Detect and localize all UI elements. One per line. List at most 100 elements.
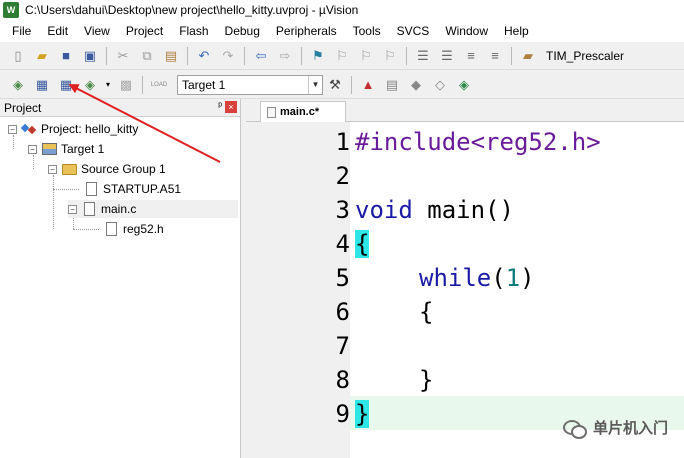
multi-project-icon[interactable]: ◈ [454,75,474,95]
menu-file[interactable]: File [4,24,39,38]
file-icon [267,106,276,118]
watermark: 单片机入门 [562,417,668,439]
tree-item-project[interactable]: − Project: hello_kitty [8,120,138,138]
chevron-down-icon[interactable]: ▾ [104,75,112,95]
toolbar-divider [106,46,107,65]
menu-help[interactable]: Help [496,24,537,38]
cut-icon[interactable]: ✂ [113,46,133,66]
menu-tools[interactable]: Tools [345,24,389,38]
stop-build-icon[interactable]: ▩ [116,75,136,95]
save-icon[interactable]: ■ [56,46,76,66]
build-toolbar: ◈ ▦ ▦ ◈ ▾ ▩ LOAD Target 1 ▼ ⚒ ▲ ▤ ◆ ◇ ◈ [0,71,684,99]
tree-item-label: STARTUP.A51 [103,182,182,196]
collapse-icon[interactable]: − [68,204,77,214]
bookmark-icon[interactable]: ⚑ [308,46,328,66]
file-icon [83,182,99,196]
tree-line [73,229,99,230]
code-text: main() [412,196,514,224]
code-line: 3 void main() [246,193,684,227]
code-line: 2 [246,159,684,193]
menu-window[interactable]: Window [437,24,496,38]
line-number: 8 [335,366,350,394]
matched-brace: { [355,230,370,258]
indent-icon[interactable]: ☰ [413,46,433,66]
pack-installer-icon[interactable]: ◇ [430,75,450,95]
menu-flash[interactable]: Flash [171,24,216,38]
target-options-icon[interactable]: ⚒ [325,75,345,95]
numeric-literal: 1 [505,264,521,292]
translate-icon[interactable]: ◈ [8,75,28,95]
find-in-files-icon[interactable]: ▰ [518,46,538,66]
code-text: ( [491,264,506,292]
menu-peripherals[interactable]: Peripherals [268,24,345,38]
select-packs-icon[interactable]: ▤ [382,75,402,95]
find-combo[interactable]: TIM_Prescaler [544,46,674,66]
clear-bookmarks-icon[interactable]: ⚐ [380,46,400,66]
menu-edit[interactable]: Edit [39,24,76,38]
batch-build-icon[interactable]: ◈ [80,75,100,95]
uncomment-icon[interactable]: ≡ [485,46,505,66]
line-number: 4 [335,230,350,258]
tree-item-label: reg52.h [123,222,164,236]
menu-bar: File Edit View Project Flash Debug Perip… [0,20,684,42]
line-number: 9 [335,400,350,428]
tree-item-reg52[interactable]: reg52.h [103,220,164,238]
manage-rte-icon[interactable]: ◆ [406,75,426,95]
collapse-icon[interactable]: − [8,124,17,134]
next-bookmark-icon[interactable]: ⚐ [356,46,376,66]
menu-debug[interactable]: Debug [217,24,268,38]
collapse-icon[interactable]: − [28,144,37,154]
tree-item-main[interactable]: − main.c [68,200,238,218]
undo-icon[interactable]: ↶ [194,46,214,66]
wechat-icon [562,419,587,439]
line-number: 6 [335,298,350,326]
matched-brace: } [355,400,370,428]
tree-item-startup[interactable]: STARTUP.A51 [83,180,181,198]
build-icon[interactable]: ▦ [32,75,52,95]
manage-components-icon[interactable]: ▲ [358,75,378,95]
title-bar: W C:\Users\dahui\Desktop\new project\hel… [0,0,684,20]
nav-forward-icon[interactable]: ⇨ [275,46,295,66]
keyword: void [355,196,413,224]
code-text: ) [520,264,535,292]
code-line: 8 } [246,363,684,397]
unindent-icon[interactable]: ☰ [437,46,457,66]
target-icon [41,142,57,156]
comment-icon[interactable]: ≡ [461,46,481,66]
new-file-icon[interactable]: ▯ [8,46,28,66]
copy-icon[interactable]: ⧉ [137,46,157,66]
tab-main-c[interactable]: main.c* [260,101,346,122]
code-editor: main.c* 1 #include<reg52.h> 2 3 void mai… [246,99,684,458]
paste-icon[interactable]: ▤ [161,46,181,66]
toolbar-divider [244,46,245,65]
chevron-down-icon[interactable]: ▼ [308,75,322,94]
tree-item-label: Project: hello_kitty [41,122,139,136]
menu-svcs[interactable]: SVCS [389,24,438,38]
close-icon[interactable]: × [225,101,237,113]
pin-icon[interactable]: ᵖ [218,101,222,112]
collapse-icon[interactable]: − [48,164,57,174]
tree-item-target[interactable]: − Target 1 [28,140,104,158]
redo-icon[interactable]: ↷ [218,46,238,66]
target-select[interactable]: Target 1 ▼ [177,74,323,95]
toolbar-divider [187,46,188,65]
find-combo-value: TIM_Prescaler [546,48,625,63]
project-panel-header: Project ᵖ × [0,99,240,117]
prev-bookmark-icon[interactable]: ⚐ [332,46,352,66]
code-line-text: while(1) [419,264,535,292]
open-folder-icon[interactable]: ▰ [32,46,52,66]
tree-item-source-group[interactable]: − Source Group 1 [48,160,166,178]
rebuild-icon[interactable]: ▦ [56,75,76,95]
nav-back-icon[interactable]: ⇦ [251,46,271,66]
toolbar-divider [301,46,302,65]
file-icon [81,202,97,216]
menu-view[interactable]: View [76,24,118,38]
load-icon[interactable]: LOAD [149,75,169,95]
code-line: 5 while(1) [246,261,684,295]
code-line-text: void main() [355,196,514,224]
tree-item-label: main.c [101,202,137,216]
save-all-icon[interactable]: ▣ [80,46,100,66]
menu-project[interactable]: Project [118,24,171,38]
file-icon [103,222,119,236]
code-line-text: #include<reg52.h> [355,128,601,156]
